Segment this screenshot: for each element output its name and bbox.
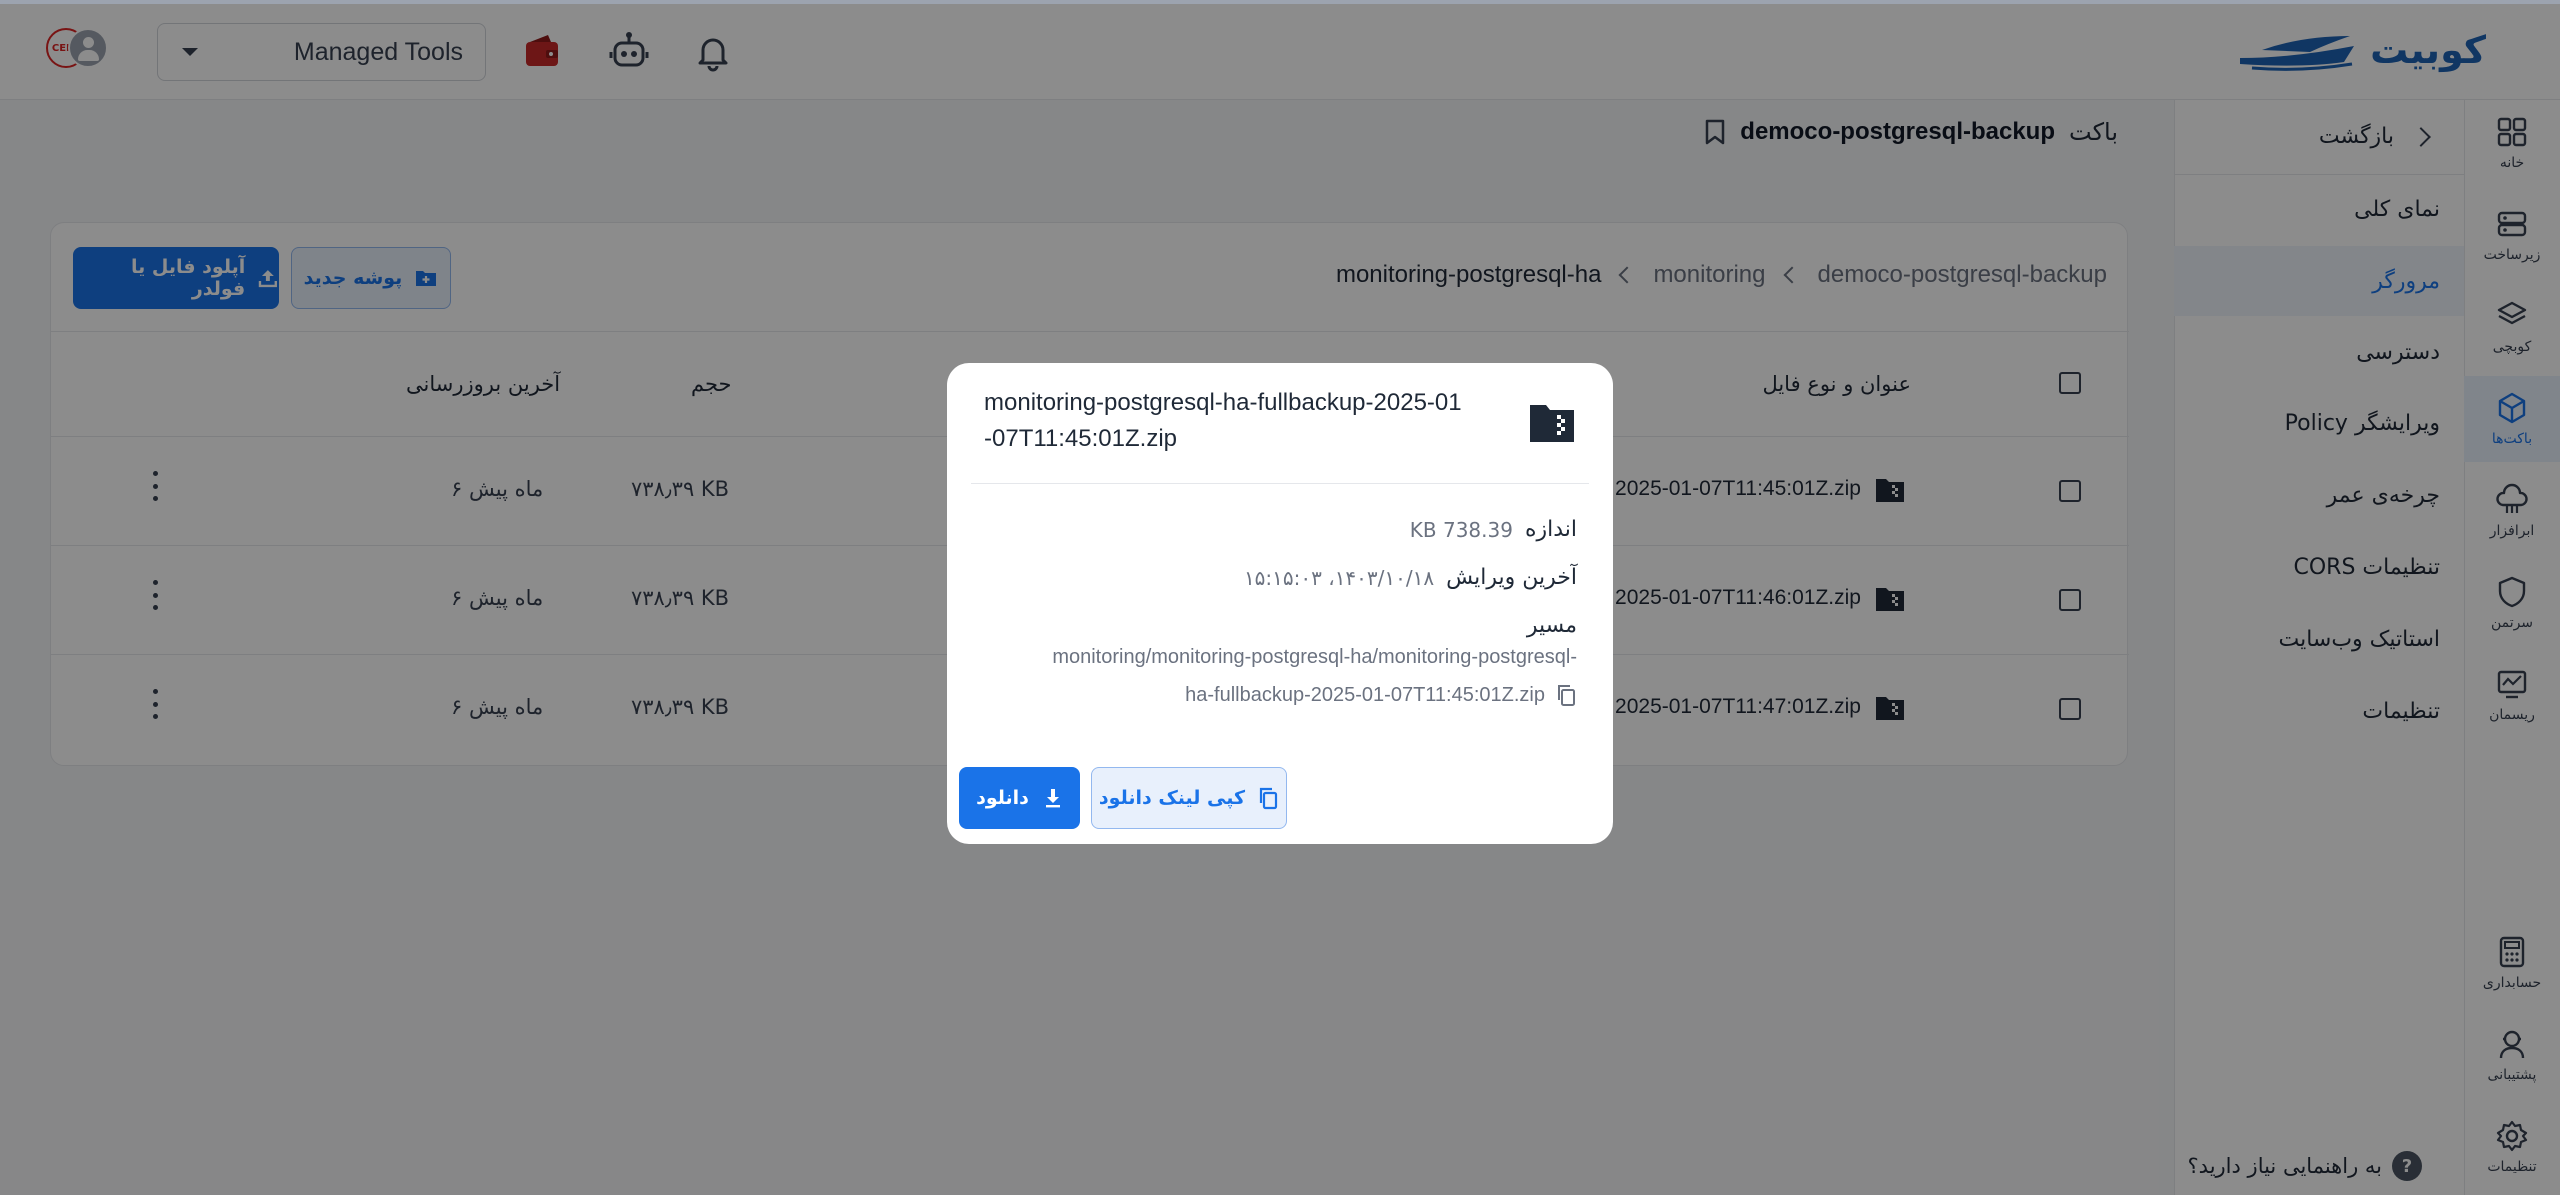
copy-icon xyxy=(1259,787,1278,810)
size-row: اندازه 738.39 KB xyxy=(1410,517,1577,542)
file-path: monitoring/monitoring-postgresql-ha/moni… xyxy=(977,646,1577,707)
size-label: اندازه xyxy=(1524,517,1577,542)
file-details-dialog: monitoring-postgresql-ha-fullbackup-2025… xyxy=(947,363,1613,844)
dialog-title: monitoring-postgresql-ha-fullbackup-2025… xyxy=(984,389,1462,452)
modified-label: آخرین ویرایش xyxy=(1446,565,1577,590)
zip-folder-icon xyxy=(1530,405,1574,442)
file-path-line-2-row: ha-fullbackup-2025-01-07T11:45:01Z.zip xyxy=(977,683,1577,707)
path-row: مسیر xyxy=(1527,613,1577,638)
copy-download-link-button[interactable]: کپی لینک دانلود xyxy=(1091,767,1287,829)
copy-icon[interactable] xyxy=(1555,683,1577,707)
divider xyxy=(971,483,1589,484)
file-path-line-2: ha-fullbackup-2025-01-07T11:45:01Z.zip xyxy=(1185,683,1545,706)
size-value: 738.39 KB xyxy=(1409,517,1513,542)
path-label: مسیر xyxy=(1526,613,1577,638)
download-button-label: دانلود xyxy=(976,787,1029,809)
download-button[interactable]: دانلود xyxy=(959,767,1080,829)
file-path-line-1: monitoring/monitoring-postgresql-ha/moni… xyxy=(1052,646,1577,668)
copy-download-link-label: کپی لینک دانلود xyxy=(1098,787,1246,809)
modified-value: ۱۴۰۳/۱۰/۱۸، ۱۵:۱۵:۰۳ xyxy=(1243,565,1435,590)
modified-row: آخرین ویرایش ۱۴۰۳/۱۰/۱۸، ۱۵:۱۵:۰۳ xyxy=(1244,565,1577,590)
download-icon xyxy=(1045,789,1060,808)
